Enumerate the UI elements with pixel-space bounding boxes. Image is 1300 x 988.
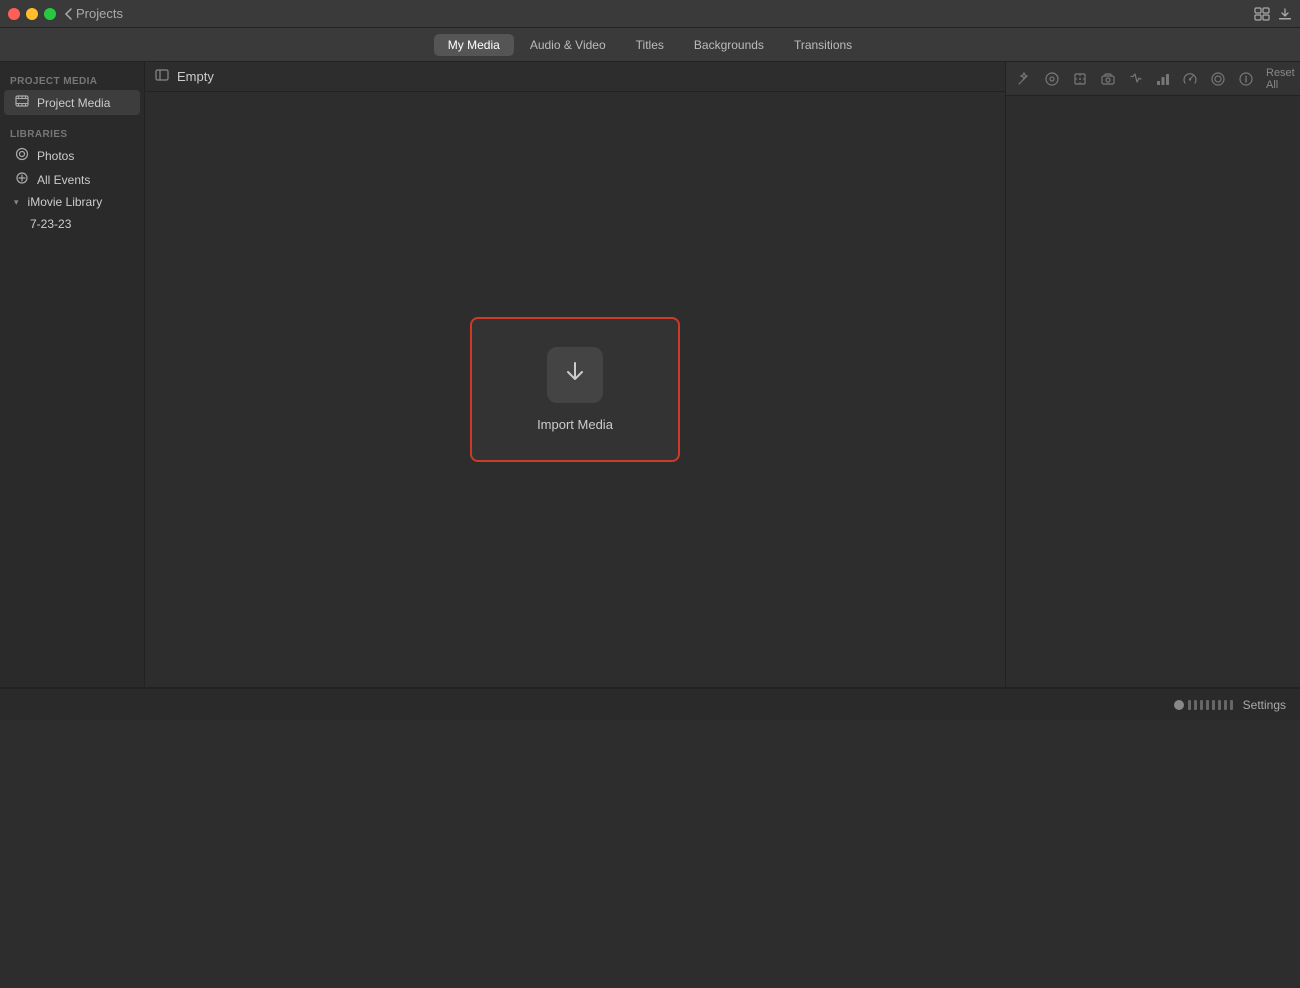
magic-wand-icon[interactable]	[1016, 71, 1032, 87]
libraries-section-label: LIBRARIES	[0, 123, 144, 143]
lower-area	[0, 688, 1300, 988]
maximize-button[interactable]	[44, 8, 56, 20]
audio-icon[interactable]	[1128, 71, 1144, 87]
chevron-down-icon: ▾	[14, 197, 19, 208]
slider-tick-5	[1212, 700, 1215, 710]
project-media-section-label: PROJECT MEDIA	[0, 70, 144, 90]
slider-tick-2	[1194, 700, 1197, 710]
sidebar: PROJECT MEDIA Project Media LIBRARIES	[0, 62, 145, 687]
import-icon-circle	[547, 347, 603, 403]
import-media-button[interactable]: Import Media	[470, 317, 680, 462]
sidebar-item-photos-label: Photos	[37, 149, 74, 163]
filter-icon[interactable]	[1210, 71, 1226, 87]
traffic-lights	[8, 8, 56, 20]
slider-tick-7	[1224, 700, 1227, 710]
sidebar-item-all-events[interactable]: All Events	[4, 168, 140, 191]
sidebar-item-imovie-library[interactable]: ▾ iMovie Library	[4, 191, 140, 213]
photos-icon	[14, 147, 30, 164]
media-content: Import Media	[145, 92, 1005, 687]
import-media-label: Import Media	[537, 417, 613, 432]
sidebar-item-all-events-label: All Events	[37, 173, 90, 187]
download-icon[interactable]	[1278, 7, 1292, 21]
slider-tick-8	[1230, 700, 1233, 710]
media-header-title: Empty	[177, 69, 214, 84]
timeline-slider-area	[1174, 700, 1233, 710]
reset-all-button[interactable]: Reset All	[1266, 67, 1295, 91]
media-area: Empty Import Media	[145, 62, 1005, 687]
tabbar: My Media Audio & Video Titles Background…	[0, 28, 1300, 62]
chevron-left-icon	[64, 8, 72, 20]
sidebar-item-date-label: 7-23-23	[30, 217, 71, 231]
film-icon	[14, 94, 30, 111]
camera-icon[interactable]	[1100, 71, 1116, 87]
grid-view-icon[interactable]	[1254, 7, 1270, 21]
close-button[interactable]	[8, 8, 20, 20]
import-arrow-icon	[563, 360, 587, 390]
crop-icon[interactable]	[1072, 71, 1088, 87]
color-wheel-icon[interactable]	[1044, 71, 1060, 87]
tab-transitions[interactable]: Transitions	[780, 34, 866, 56]
slider-tick-3	[1200, 700, 1203, 710]
plus-icon	[14, 172, 30, 187]
timeline-bar: Settings	[0, 688, 1300, 720]
sidebar-item-imovie-library-label: iMovie Library	[28, 195, 103, 209]
info-icon[interactable]	[1238, 71, 1254, 87]
tab-titles[interactable]: Titles	[622, 34, 678, 56]
settings-button[interactable]: Settings	[1243, 698, 1286, 712]
main-layout: PROJECT MEDIA Project Media LIBRARIES	[0, 62, 1300, 688]
sidebar-item-project-media[interactable]: Project Media	[4, 90, 140, 115]
minimize-button[interactable]	[26, 8, 38, 20]
tab-backgrounds[interactable]: Backgrounds	[680, 34, 778, 56]
inspector-toolbar: Reset All	[1006, 62, 1300, 96]
slider-tick-6	[1218, 700, 1221, 710]
tab-my-media[interactable]: My Media	[434, 34, 514, 56]
media-header: Empty	[145, 62, 1005, 92]
slider-dot	[1174, 700, 1184, 710]
titlebar-right-icons	[1254, 7, 1292, 21]
back-label: Projects	[76, 6, 123, 21]
sidebar-item-project-media-label: Project Media	[37, 96, 110, 110]
speed-icon[interactable]	[1182, 71, 1198, 87]
titlebar: Projects	[0, 0, 1300, 28]
bars-icon[interactable]	[1156, 72, 1170, 86]
sidebar-item-photos[interactable]: Photos	[4, 143, 140, 168]
sidebar-item-date[interactable]: 7-23-23	[4, 213, 140, 235]
slider-tick-4	[1206, 700, 1209, 710]
sidebar-toggle-icon[interactable]	[155, 69, 169, 84]
back-button[interactable]: Projects	[64, 6, 123, 21]
slider-tick-1	[1188, 700, 1191, 710]
inspector: Reset All	[1005, 62, 1300, 687]
tab-audio-video[interactable]: Audio & Video	[516, 34, 620, 56]
slider-track	[1188, 700, 1233, 710]
